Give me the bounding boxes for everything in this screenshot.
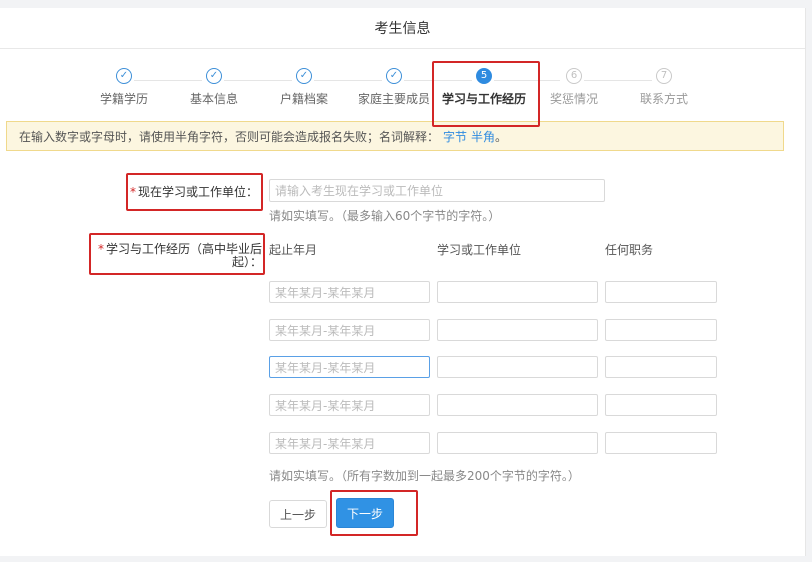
- step-contact-info[interactable]: 7 联系方式: [616, 68, 712, 107]
- step-label: 基本信息: [189, 92, 238, 106]
- period-input[interactable]: 某年某月-某年某月: [269, 319, 430, 341]
- check-icon: ✓: [386, 68, 402, 84]
- notice-text: 在输入数字或字母时，请使用半角字符，否则可能会造成报名失败；名词解释：: [19, 129, 440, 144]
- unit-input[interactable]: [437, 394, 598, 416]
- period-input[interactable]: 某年某月-某年某月: [269, 432, 430, 454]
- history-hint: 请如实填写。（所有字数加到一起最多200个字节的字符。）: [269, 469, 580, 483]
- column-header-unit: 学习或工作单位: [437, 243, 522, 257]
- next-step-button[interactable]: 下一步: [336, 498, 394, 528]
- unit-input[interactable]: [437, 319, 598, 341]
- step-label: 奖惩情况: [549, 92, 598, 106]
- period-placeholder: 某年某月-某年某月: [275, 398, 376, 413]
- period-input[interactable]: 某年某月-某年某月: [269, 394, 430, 416]
- required-mark: *: [130, 185, 136, 199]
- step-study-work-history[interactable]: 5 学习与工作经历: [436, 68, 532, 107]
- step-label: 学习与工作经历: [441, 92, 526, 106]
- step-basic-info[interactable]: ✓ 基本信息: [166, 68, 262, 107]
- unit-input[interactable]: [437, 432, 598, 454]
- page-title: 考生信息: [0, 8, 805, 49]
- current-unit-label: * 现在学习或工作单位：: [130, 183, 258, 200]
- prev-step-button[interactable]: 上一步: [269, 500, 327, 528]
- current-unit-label-text: 现在学习或工作单位：: [138, 185, 259, 199]
- step-number-icon: 5: [476, 68, 492, 84]
- period-input-focused[interactable]: 某年某月-某年某月: [269, 356, 430, 378]
- page-title-text: 考生信息: [374, 21, 431, 37]
- history-label-line2: 起）：: [231, 255, 262, 269]
- check-icon: ✓: [116, 68, 132, 84]
- glossary-link-halfwidth[interactable]: 半角: [471, 128, 495, 145]
- step-number-icon: 7: [656, 68, 672, 84]
- current-unit-hint: 请如实填写。（最多输入60个字节的字符。）: [269, 209, 501, 223]
- step-label: 联系方式: [639, 92, 688, 106]
- required-mark: *: [97, 242, 104, 256]
- history-label: * 学习与工作经历（高中毕业后 起）：: [92, 243, 262, 269]
- period-placeholder: 某年某月-某年某月: [275, 285, 376, 300]
- notice-end: 。: [495, 129, 508, 144]
- unit-input[interactable]: [437, 281, 598, 303]
- period-placeholder: 某年某月-某年某月: [275, 323, 376, 338]
- step-huji-dangan[interactable]: ✓ 户籍档案: [256, 68, 352, 107]
- column-header-position: 任何职务: [605, 243, 654, 257]
- position-input[interactable]: [605, 356, 717, 378]
- period-input[interactable]: 某年某月-某年某月: [269, 281, 430, 303]
- glossary-link-byte[interactable]: 字节: [443, 128, 467, 145]
- history-label-line1: 学习与工作经历（高中毕业后: [105, 242, 262, 256]
- period-placeholder: 某年某月-某年某月: [275, 360, 376, 375]
- step-rewards-punishments[interactable]: 6 奖惩情况: [526, 68, 622, 107]
- position-input[interactable]: [605, 394, 717, 416]
- step-label: 户籍档案: [279, 92, 328, 106]
- notice-banner: 在输入数字或字母时，请使用半角字符，否则可能会造成报名失败；名词解释： 字节 半…: [6, 121, 784, 151]
- step-family-members[interactable]: ✓ 家庭主要成员: [346, 68, 442, 107]
- period-placeholder: 某年某月-某年某月: [275, 436, 376, 451]
- step-xueji-xueli[interactable]: ✓ 学籍学历: [76, 68, 172, 107]
- position-input[interactable]: [605, 281, 717, 303]
- check-icon: ✓: [206, 68, 222, 84]
- current-unit-placeholder: 请输入考生现在学习或工作单位: [275, 184, 444, 198]
- check-icon: ✓: [296, 68, 312, 84]
- current-unit-input[interactable]: 请输入考生现在学习或工作单位: [269, 179, 605, 202]
- step-label: 学籍学历: [99, 92, 148, 106]
- position-input[interactable]: [605, 319, 717, 341]
- step-number-icon: 6: [566, 68, 582, 84]
- column-header-period: 起止年月: [269, 243, 318, 257]
- unit-input[interactable]: [437, 356, 598, 378]
- step-label: 家庭主要成员: [357, 92, 430, 106]
- position-input[interactable]: [605, 432, 717, 454]
